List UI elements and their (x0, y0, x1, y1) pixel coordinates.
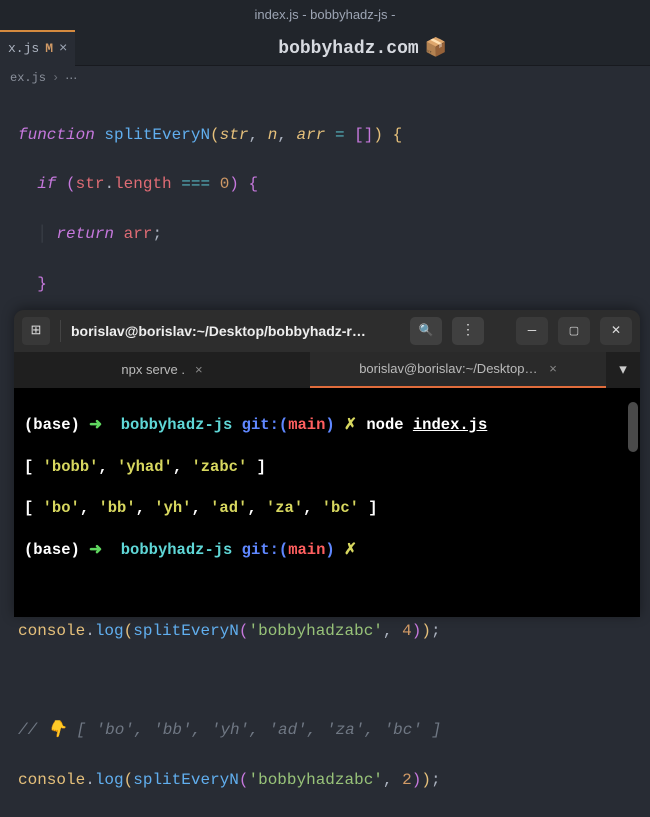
breadcrumb-more[interactable]: ⋯ (65, 71, 77, 86)
terminal-tab-serve[interactable]: npx serve . × (14, 352, 310, 388)
minimize-icon: — (528, 323, 536, 339)
terminal-topbar: ⊞ borislav@borislav:~/Desktop/bobbyhadz-… (14, 310, 640, 352)
terminal-tabs: npx serve . × borislav@borislav:~/Deskto… (14, 352, 640, 388)
window-title: index.js - bobbyhadz-js - (255, 7, 396, 22)
code-line: if (str.length === 0) { (18, 172, 650, 197)
search-button[interactable]: 🔍 (410, 317, 442, 345)
editor-tabbar: x.js M × bobbyhadz.com📦 (0, 30, 650, 66)
terminal-line: (base) ➜ bobbyhadz-js git:(main) ✗ (24, 540, 630, 561)
code-line (18, 668, 650, 693)
divider (60, 320, 61, 342)
close-icon: ✕ (611, 323, 621, 338)
terminal-output[interactable]: (base) ➜ bobbyhadz-js git:(main) ✗ node … (14, 388, 640, 617)
search-icon: 🔍 (419, 323, 434, 338)
terminal-line: [ 'bobb', 'yhad', 'zabc' ] (24, 457, 630, 478)
menu-button[interactable]: ⋮ (452, 317, 484, 345)
breadcrumb[interactable]: ex.js › ⋯ (0, 66, 650, 90)
terminal-tab-shell[interactable]: borislav@borislav:~/Desktop/b… × (310, 352, 606, 388)
code-line: // 👇️ [ 'bo', 'bb', 'yh', 'ad', 'za', 'b… (18, 718, 650, 743)
terminal-window: ⊞ borislav@borislav:~/Desktop/bobbyhadz-… (14, 310, 640, 617)
maximize-icon: ▢ (569, 324, 579, 338)
code-line: } (18, 272, 650, 297)
close-icon[interactable]: × (549, 361, 557, 376)
terminal-tab-label: borislav@borislav:~/Desktop/b… (359, 361, 539, 376)
close-icon[interactable]: × (59, 41, 67, 57)
package-icon: 📦 (425, 39, 447, 59)
minimize-button[interactable]: — (516, 317, 548, 345)
chevron-right-icon: › (52, 71, 59, 85)
menu-icon: ⋮ (461, 322, 475, 339)
brand-label: bobbyhadz.com📦 (75, 37, 650, 59)
close-button[interactable]: ✕ (600, 317, 632, 345)
terminal-tab-label: npx serve . (121, 362, 185, 377)
code-line: function splitEveryN(str, n, arr = []) { (18, 123, 650, 148)
plus-icon: ⊞ (31, 323, 42, 338)
new-tab-button[interactable]: ⊞ (22, 317, 50, 345)
tab-filename: x.js (8, 41, 39, 56)
breadcrumb-file[interactable]: ex.js (10, 71, 46, 85)
code-line: │ return arr; (18, 222, 650, 247)
window-titlebar: index.js - bobbyhadz-js - (0, 0, 650, 30)
terminal-tab-dropdown[interactable]: ▾ (606, 352, 640, 388)
tab-modified-badge: M (45, 41, 53, 56)
editor-tab-indexjs[interactable]: x.js M × (0, 30, 75, 66)
maximize-button[interactable]: ▢ (558, 317, 590, 345)
terminal-line: [ 'bo', 'bb', 'yh', 'ad', 'za', 'bc' ] (24, 498, 630, 519)
chevron-down-icon: ▾ (619, 360, 627, 379)
code-line: console.log(splitEveryN('bobbyhadzabc', … (18, 768, 650, 793)
terminal-line: (base) ➜ bobbyhadz-js git:(main) ✗ node … (24, 415, 630, 436)
close-icon[interactable]: × (195, 362, 203, 377)
terminal-title: borislav@borislav:~/Desktop/bobbyhadz-r… (71, 323, 400, 339)
code-line: console.log(splitEveryN('bobbyhadzabc', … (18, 619, 650, 644)
terminal-scrollbar[interactable] (628, 402, 638, 452)
